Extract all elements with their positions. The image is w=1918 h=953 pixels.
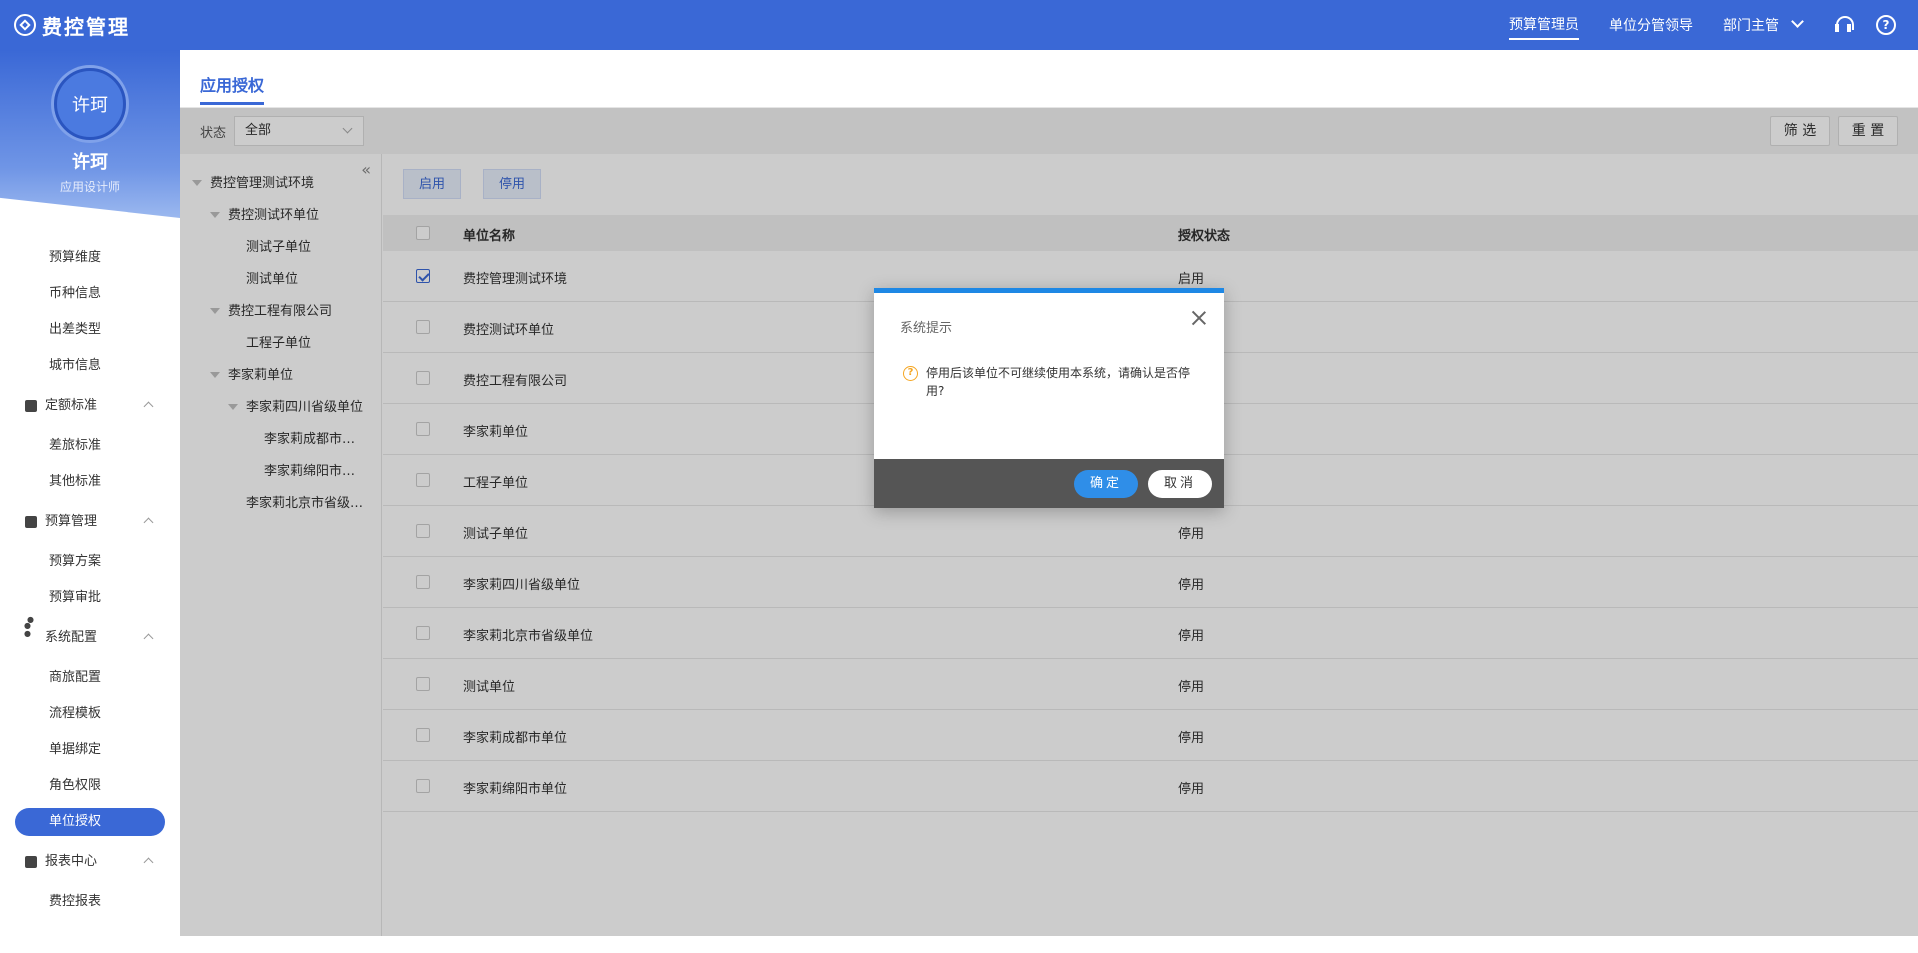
- sidebar-item-unit-auth[interactable]: 单位授权: [15, 808, 165, 836]
- chevron-down-icon: [1791, 15, 1804, 28]
- sidebar: 许珂 许珂 应用设计师 预算维度 币种信息 出差类型 城市信息 定额标准 差旅标…: [0, 50, 180, 953]
- budget-icon: [25, 516, 37, 528]
- chevron-up-icon: [143, 401, 154, 412]
- close-icon[interactable]: [1192, 311, 1206, 325]
- footer-strip: [180, 936, 1918, 953]
- sidebar-item-expense-report[interactable]: 费控报表: [0, 884, 180, 920]
- top-bar: 费控管理 预算管理员 单位分管领导 部门主管 ?: [0, 0, 1918, 50]
- sidebar-item-budget-approval[interactable]: 预算审批: [0, 580, 180, 616]
- avatar[interactable]: 许珂: [54, 68, 126, 140]
- topnav-dept-head[interactable]: 部门主管: [1723, 11, 1804, 39]
- help-icon[interactable]: ?: [1876, 15, 1896, 35]
- topnav-unit-leader[interactable]: 单位分管领导: [1609, 11, 1693, 39]
- sidebar-item-budget-plan[interactable]: 预算方案: [0, 544, 180, 580]
- dialog-message: 停用后该单位不可继续使用本系统，请确认是否停用?: [926, 366, 1191, 398]
- sidebar-item-travel-config[interactable]: 商旅配置: [0, 660, 180, 696]
- confirm-button[interactable]: 确定: [1074, 470, 1138, 498]
- sidebar-group-quota[interactable]: 定额标准: [0, 384, 180, 428]
- sidebar-item-trip-type[interactable]: 出差类型: [0, 312, 180, 348]
- chevron-up-icon: [143, 857, 154, 868]
- app-logo[interactable]: 费控管理: [14, 12, 130, 39]
- app-title: 费控管理: [42, 14, 130, 39]
- sidebar-group-budget[interactable]: 预算管理: [0, 500, 180, 544]
- chevron-up-icon: [143, 517, 154, 528]
- user-role: 应用设计师: [59, 180, 120, 194]
- top-nav: 预算管理员 单位分管领导 部门主管 ?: [1509, 0, 1918, 50]
- tab-bar: 应用授权: [180, 50, 1918, 108]
- sidebar-item-form-binding[interactable]: 单据绑定: [0, 732, 180, 768]
- dialog-footer: 确定 取消: [874, 459, 1224, 508]
- document-icon: [25, 400, 37, 412]
- report-icon: [25, 856, 37, 868]
- dialog-title: 系统提示: [900, 321, 953, 336]
- topnav-budget-admin[interactable]: 预算管理员: [1509, 10, 1579, 40]
- confirm-dialog: 系统提示 ? 停用后该单位不可继续使用本系统，请确认是否停用? 确定 取消: [874, 288, 1224, 508]
- headset-icon[interactable]: [1834, 15, 1854, 35]
- sidebar-menu: 预算维度 币种信息 出差类型 城市信息 定额标准 差旅标准 其他标准 预算管理 …: [0, 240, 180, 920]
- cancel-button[interactable]: 取消: [1148, 470, 1212, 498]
- user-name: 许珂: [72, 152, 108, 173]
- sidebar-item-flow-template[interactable]: 流程模板: [0, 696, 180, 732]
- chevron-up-icon: [143, 633, 154, 644]
- question-icon: ?: [903, 366, 918, 381]
- modal-overlay: [180, 108, 1918, 936]
- sidebar-group-label: 报表中心: [45, 854, 98, 869]
- sidebar-item-other-standard[interactable]: 其他标准: [0, 464, 180, 500]
- sidebar-group-label: 预算管理: [45, 514, 98, 529]
- topnav-dept-head-label: 部门主管: [1723, 18, 1779, 34]
- logo-icon: [14, 14, 36, 36]
- tab-app-auth[interactable]: 应用授权: [200, 72, 265, 105]
- sidebar-item-budget-dimension[interactable]: 预算维度: [0, 240, 180, 276]
- sidebar-group-label: 定额标准: [45, 398, 98, 413]
- nodes-icon: [24, 616, 37, 644]
- sidebar-group-system[interactable]: 系统配置: [0, 616, 180, 660]
- sidebar-item-role-permission[interactable]: 角色权限: [0, 768, 180, 804]
- sidebar-item-currency[interactable]: 币种信息: [0, 276, 180, 312]
- sidebar-group-label: 系统配置: [45, 630, 98, 645]
- sidebar-group-report[interactable]: 报表中心: [0, 840, 180, 884]
- sidebar-item-city[interactable]: 城市信息: [0, 348, 180, 384]
- sidebar-item-travel-standard[interactable]: 差旅标准: [0, 428, 180, 464]
